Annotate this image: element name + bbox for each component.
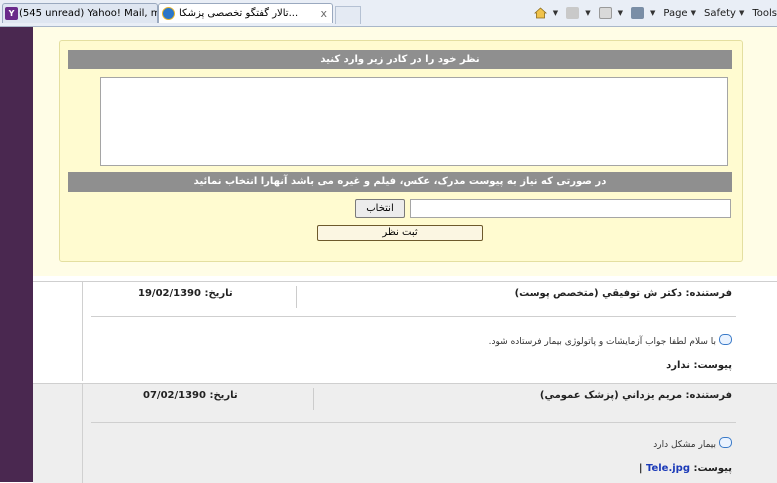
- comment-bubble-icon: [719, 334, 732, 345]
- post-rule: [91, 316, 736, 317]
- tools-menu-label: Tools: [752, 7, 777, 19]
- tab-yahoo-label: (545 unread) Yahoo! Mail, m...: [19, 8, 158, 19]
- print-button[interactable]: ▼: [630, 7, 656, 19]
- rss-icon: [566, 7, 580, 19]
- comment-prompt-bar: نظر خود را در کادر زیر وارد کنید: [68, 50, 732, 69]
- post-sender: فرستنده: دکتر ش توفيقي (متخصص پوست): [514, 288, 732, 299]
- page-menu-label: Page: [663, 7, 688, 19]
- chevron-down-icon: ▼: [552, 9, 559, 17]
- attachment-link[interactable]: Tele.jpg: [646, 463, 690, 474]
- printer-icon: [630, 7, 644, 19]
- post-date: تاریخ: 07/02/1390: [143, 390, 238, 401]
- safety-menu-label: Safety: [703, 7, 736, 19]
- post-item: فرستنده: دکتر ش توفيقي (متخصص پوست) تاری…: [33, 281, 777, 381]
- post-rule: [91, 422, 736, 423]
- post-message-text: بیمار مشکل دارد: [653, 439, 716, 450]
- post-attachment: پیوست: Tele.jpg |: [639, 463, 732, 474]
- post-divider: [82, 384, 83, 483]
- submit-comment-button[interactable]: ثبت نظر: [317, 225, 483, 241]
- post-message-text: با سلام لطفا جواب آزمایشات و پاتولوژی بی…: [488, 336, 716, 347]
- home-icon: [533, 7, 547, 19]
- chevron-down-icon: ▼: [738, 9, 745, 17]
- safety-menu[interactable]: Safety ▼: [704, 8, 744, 19]
- header-separator: [296, 286, 297, 308]
- browse-button[interactable]: انتخاب: [355, 199, 405, 218]
- post-divider: [82, 282, 83, 381]
- post-message: بیمار مشکل دارد: [653, 437, 732, 450]
- chevron-down-icon: ▼: [617, 9, 623, 17]
- attachment-separator: |: [638, 463, 643, 474]
- home-button[interactable]: ▼: [533, 7, 559, 19]
- command-bar: ▼ ▼ ▼ ▼ Page ▼ Safety ▼ Tools: [533, 4, 777, 22]
- close-icon[interactable]: x: [320, 4, 327, 23]
- post-sender: فرستنده: مريم يزداني (پزشک عمومي): [539, 390, 732, 401]
- header-separator: [313, 388, 314, 410]
- chevron-down-icon: ▼: [649, 9, 656, 17]
- ie-icon: [162, 7, 175, 20]
- tools-menu[interactable]: Tools: [752, 8, 777, 19]
- mail-icon: [598, 7, 612, 19]
- chevron-down-icon: ▼: [690, 9, 696, 17]
- comment-textarea[interactable]: [100, 77, 728, 166]
- tab-forum-label: ...تالار گفتگو تخصصی پزشکا: [179, 8, 299, 19]
- page-menu[interactable]: Page ▼: [663, 8, 696, 19]
- chevron-down-icon: ▼: [585, 9, 591, 17]
- left-sidebar: [0, 27, 33, 482]
- yahoo-icon: Y: [5, 7, 18, 20]
- attachment-file-input[interactable]: [410, 199, 731, 218]
- tab-yahoo-mail[interactable]: Y (545 unread) Yahoo! Mail, m...: [2, 3, 158, 23]
- feeds-button[interactable]: ▼: [566, 7, 591, 19]
- attach-prompt-bar: در صورتی که نیاز به پیوست مدرک، عکس، فیل…: [68, 172, 732, 192]
- post-message: با سلام لطفا جواب آزمایشات و پاتولوژی بی…: [488, 334, 732, 347]
- comment-bubble-icon: [719, 437, 732, 448]
- post-date: تاریخ: 19/02/1390: [138, 288, 233, 299]
- post-attachment: پیوست: ندارد: [666, 360, 732, 371]
- tab-forum[interactable]: ...تالار گفتگو تخصصی پزشکا x: [158, 3, 333, 23]
- post-item: فرستنده: مريم يزداني (پزشک عمومي) تاریخ:…: [33, 383, 777, 483]
- browser-tab-bar: Y (545 unread) Yahoo! Mail, m... ...تالا…: [0, 0, 777, 27]
- post-attachment-label: پیوست:: [693, 463, 732, 474]
- mail-button[interactable]: ▼: [598, 7, 623, 19]
- new-tab-button[interactable]: [335, 6, 361, 24]
